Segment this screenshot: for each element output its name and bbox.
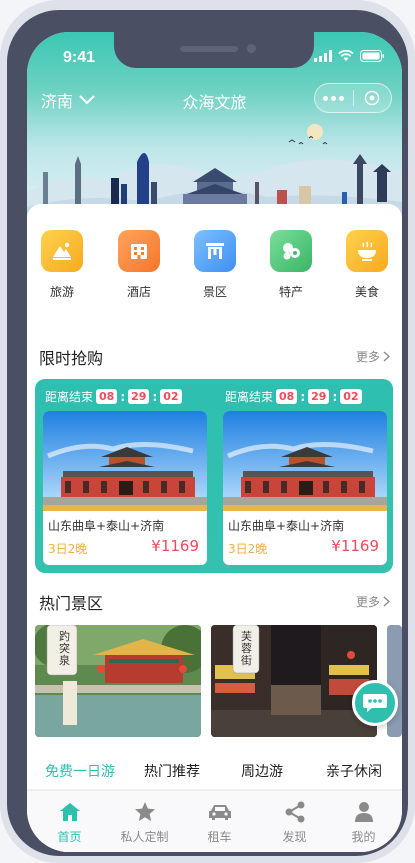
user-icon [354, 802, 373, 822]
mountain-icon [41, 230, 83, 272]
product-card[interactable]: 山东曲阜+泰山+济南 3日2晚 ¥1169 [223, 411, 387, 565]
flash-sale-item[interactable]: 距离结束 08: 29: 02 山东曲阜+泰山+济南 3日2晚 ¥1169 [223, 379, 387, 573]
more-link[interactable]: 更多 [356, 348, 390, 365]
tabbar-custom[interactable]: 私人定制 [107, 799, 182, 845]
tabbar-profile[interactable]: 我的 [326, 799, 401, 845]
chevron-right-icon [383, 596, 390, 607]
tabbar-label: 租车 [207, 830, 232, 844]
scenic-card-furong-street[interactable]: 芙蓉街 [211, 625, 377, 737]
category-label: 特产 [278, 285, 303, 299]
product-card[interactable]: 山东曲阜+泰山+济南 3日2晚 ¥1169 [43, 411, 207, 565]
share-icon [285, 801, 304, 823]
phone-frame: 9:41 济南 众海文旅 旅游 酒店 景区 特产 美食 限时抢购 更多 距离结束… [0, 0, 415, 863]
chat-bubble-icon [363, 694, 387, 712]
countdown-minutes: 29 [128, 389, 150, 404]
tab-label: 热门推荐 [144, 764, 200, 780]
home-icon [59, 803, 80, 821]
building-icon [118, 230, 160, 272]
tabbar-home[interactable]: 首页 [32, 799, 107, 845]
tab-label: 免费一日游 [45, 764, 115, 780]
product-name: 山东曲阜+泰山+济南 [48, 519, 165, 533]
category-travel[interactable]: 旅游 [32, 230, 92, 300]
countdown-hours: 08 [96, 389, 118, 404]
tabbar-label: 首页 [57, 830, 82, 844]
customer-service-button[interactable] [352, 680, 398, 726]
gate-icon [194, 230, 236, 272]
tabbar-label: 我的 [351, 830, 376, 844]
product-duration: 3日2晚 [228, 542, 268, 556]
scenic-sign: 芙蓉街 [241, 630, 252, 667]
countdown-timer: 距离结束 08: 29: 02 [45, 388, 182, 405]
category-label: 美食 [354, 285, 379, 299]
scenic-sign: 趵突泉 [59, 630, 70, 667]
close-miniprogram-button[interactable] [353, 90, 391, 106]
countdown-hours: 08 [276, 389, 298, 404]
more-label: 更多 [355, 350, 380, 364]
category-tabs: 免费一日游 热门推荐 周边游 亲子休闲 [27, 757, 402, 793]
tabbar-label: 私人定制 [120, 830, 169, 844]
app-screen: 9:41 济南 众海文旅 旅游 酒店 景区 特产 美食 限时抢购 更多 距离结束… [27, 32, 402, 852]
fruit-icon [270, 230, 312, 272]
product-price: ¥1169 [331, 537, 379, 555]
battery-icon [360, 50, 384, 62]
countdown-seconds: 02 [160, 389, 182, 404]
more-menu-button[interactable] [315, 95, 353, 101]
car-icon [208, 805, 231, 820]
tab-label: 周边游 [241, 764, 283, 780]
countdown-timer: 距离结束 08: 29: 02 [225, 388, 362, 405]
hot-scenic-header: 热门景区 更多 [39, 590, 390, 613]
tabbar-label: 发现 [282, 830, 307, 844]
main-content: 旅游 酒店 景区 特产 美食 限时抢购 更多 距离结束 08: 29: 02… [27, 204, 402, 852]
product-image [43, 411, 207, 511]
tab-nearby[interactable]: 周边游 [217, 757, 307, 781]
chevron-right-icon [383, 351, 390, 362]
bottom-tab-bar: 首页 私人定制 租车 发现 我的 [27, 790, 402, 852]
category-label: 景区 [202, 285, 227, 299]
product-price: ¥1169 [151, 537, 199, 555]
category-specialty[interactable]: 特产 [261, 230, 321, 300]
more-link[interactable]: 更多 [356, 593, 390, 610]
category-label: 旅游 [49, 285, 74, 299]
tab-hot-recommend[interactable]: 热门推荐 [127, 757, 217, 781]
category-scenic[interactable]: 景区 [185, 230, 245, 300]
tab-free-day-tour[interactable]: 免费一日游 [35, 757, 125, 791]
category-food[interactable]: 美食 [337, 230, 397, 300]
flash-sale-panel: 距离结束 08: 29: 02 山东曲阜+泰山+济南 3日2晚 ¥1169 距离… [35, 379, 393, 573]
more-label: 更多 [355, 595, 380, 609]
scenic-card-baotu-spring[interactable]: 趵突泉 [35, 625, 201, 737]
product-name: 山东曲阜+泰山+济南 [228, 519, 345, 533]
section-title: 热门景区 [39, 594, 104, 613]
nav-bar: 济南 众海文旅 [27, 80, 402, 118]
tab-family[interactable]: 亲子休闲 [309, 757, 399, 781]
product-image [223, 411, 387, 511]
miniprogram-capsule [314, 83, 392, 113]
target-icon [364, 90, 380, 106]
phone-bezel: 9:41 济南 众海文旅 旅游 酒店 景区 特产 美食 限时抢购 更多 距离结束… [7, 10, 408, 856]
countdown-seconds: 02 [340, 389, 362, 404]
countdown-label: 距离结束 [225, 390, 274, 404]
signal-icon [314, 50, 332, 62]
device-notch [114, 32, 314, 68]
wifi-icon [338, 50, 354, 61]
countdown-minutes: 29 [308, 389, 330, 404]
tabbar-discover[interactable]: 发现 [257, 799, 332, 845]
countdown-label: 距离结束 [45, 390, 94, 404]
category-label: 酒店 [126, 285, 151, 299]
bowl-icon [346, 230, 388, 272]
status-time: 9:41 [63, 49, 96, 66]
category-hotel[interactable]: 酒店 [109, 230, 169, 300]
section-title: 限时抢购 [39, 349, 104, 368]
tabbar-car-rental[interactable]: 租车 [182, 799, 257, 845]
product-duration: 3日2晚 [48, 542, 88, 556]
flash-sale-item[interactable]: 距离结束 08: 29: 02 山东曲阜+泰山+济南 3日2晚 ¥1169 [43, 379, 207, 573]
flash-sale-header: 限时抢购 更多 [39, 345, 390, 368]
category-grid: 旅游 酒店 景区 特产 美食 [27, 230, 402, 310]
scenic-image [211, 625, 377, 737]
tab-label: 亲子休闲 [326, 764, 382, 780]
star-icon [134, 802, 155, 821]
